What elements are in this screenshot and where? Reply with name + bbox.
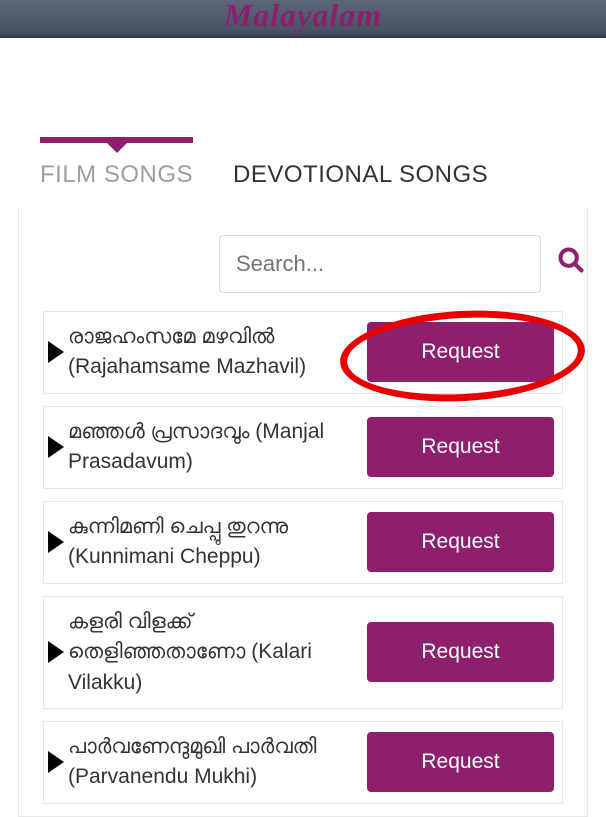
play-icon[interactable] [48, 641, 64, 663]
tab-film-songs[interactable]: FILM SONGS [40, 143, 193, 207]
search-icon[interactable] [553, 246, 589, 282]
request-button[interactable]: Request [367, 622, 554, 682]
request-button[interactable]: Request [367, 322, 554, 382]
tab-label: FILM SONGS [40, 161, 193, 188]
song-row: കളരി വിളക്ക് തെളിഞ്ഞതാണോ (Kalari Vilakku… [43, 596, 563, 709]
play-icon[interactable] [48, 341, 64, 363]
song-title: മഞ്ഞൾ പ്രസാദവും (Manjal Prasadavum) [68, 417, 367, 478]
content-area: FILM SONGS DEVOTIONAL SONGS രാജഹംസമേ മഴവ… [0, 143, 606, 817]
tab-body: രാജഹംസമേ മഴവിൽ (Rajahamsame Mazhavil) Re… [18, 207, 588, 817]
song-row: രാജഹംസമേ മഴവിൽ (Rajahamsame Mazhavil) Re… [43, 311, 563, 394]
request-button[interactable]: Request [367, 512, 554, 572]
search-input[interactable] [219, 235, 541, 293]
song-row: പാർവണേന്ദുമുഖി പാർവതി (Parvanendu Mukhi)… [43, 721, 563, 804]
request-button[interactable]: Request [367, 417, 554, 477]
song-title: കളരി വിളക്ക് തെളിഞ്ഞതാണോ (Kalari Vilakku… [68, 607, 367, 698]
song-title: പാർവണേന്ദുമുഖി പാർവതി (Parvanendu Mukhi) [68, 732, 367, 793]
tabs-bar: FILM SONGS DEVOTIONAL SONGS [18, 143, 588, 207]
song-row: മഞ്ഞൾ പ്രസാദവും (Manjal Prasadavum) Requ… [43, 406, 563, 489]
play-icon[interactable] [48, 436, 64, 458]
request-button[interactable]: Request [367, 732, 554, 792]
play-icon[interactable] [48, 751, 64, 773]
play-icon[interactable] [48, 531, 64, 553]
tab-label: DEVOTIONAL SONGS [233, 161, 488, 188]
tab-devotional-songs[interactable]: DEVOTIONAL SONGS [233, 143, 488, 207]
search-row [19, 235, 587, 311]
song-title: കുന്നിമണി ചെപ്പു തുറന്നു (Kunnimani Chep… [68, 512, 367, 573]
song-row: കുന്നിമണി ചെപ്പു തുറന്നു (Kunnimani Chep… [43, 501, 563, 584]
song-list: രാജഹംസമേ മഴവിൽ (Rajahamsame Mazhavil) Re… [19, 311, 587, 804]
app-header: Malayalam [0, 0, 606, 38]
header-title: Malayalam [0, 0, 606, 30]
song-title: രാജഹംസമേ മഴവിൽ (Rajahamsame Mazhavil) [68, 322, 367, 383]
